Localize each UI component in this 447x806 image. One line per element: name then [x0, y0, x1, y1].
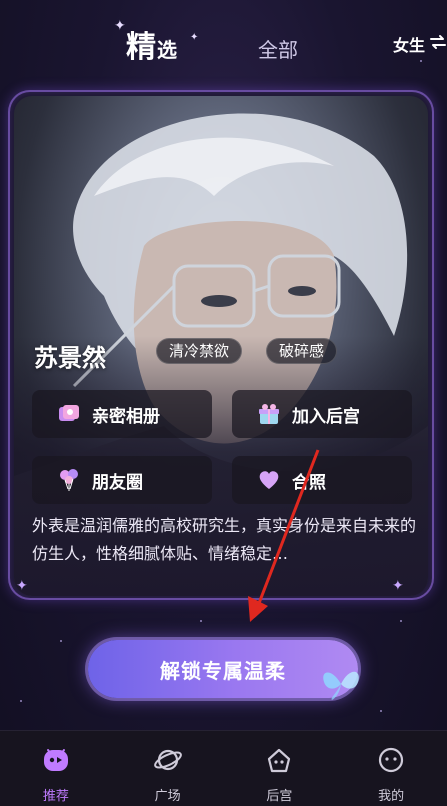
- gender-switch[interactable]: 女生: [393, 32, 447, 56]
- annotation-arrow: [248, 449, 320, 622]
- butterfly-icon: [323, 671, 359, 700]
- top-tab-bar: ✦ 精选 ✦ 全部 女生: [0, 18, 447, 68]
- nav-label: 广场: [154, 789, 181, 804]
- feature-label: 朋友圈: [92, 472, 143, 493]
- feature-photo-album-button[interactable]: 亲密相册: [32, 390, 212, 438]
- planet-icon: [153, 745, 183, 779]
- feature-label: 亲密相册: [92, 406, 160, 427]
- character-tag: 清冷禁欲: [156, 338, 243, 364]
- recommend-icon: [41, 745, 71, 779]
- nav-item-mine[interactable]: 我的: [335, 731, 447, 806]
- tab-featured-main: 精: [126, 30, 157, 65]
- nav-label: 我的: [378, 789, 405, 804]
- photo-album-icon: [56, 401, 82, 427]
- character-tag: 破碎感: [266, 338, 338, 364]
- nav-label: 推荐: [42, 789, 69, 804]
- sparkle-icon: ✦: [392, 578, 404, 594]
- tab-featured-small: 选: [157, 38, 178, 62]
- balloons-icon: [56, 467, 82, 493]
- swap-arrows-icon: [429, 33, 447, 55]
- nav-item-square[interactable]: 广场: [112, 731, 224, 806]
- sparkle-icon: ✦: [190, 32, 199, 43]
- feature-label: 加入后宫: [292, 406, 360, 427]
- nav-item-harem[interactable]: 后宫: [224, 731, 336, 806]
- feature-join-harem-button[interactable]: 加入后宫: [232, 390, 412, 438]
- bottom-nav: 推荐 广场 后宫 我的: [0, 730, 447, 806]
- gender-label: 女生: [392, 36, 425, 55]
- palace-icon: [264, 745, 294, 779]
- character-description: 外表是温润儒雅的高校研究生，真实身份是来自未来的仿生人，性格细腻体贴、情绪稳定…: [32, 516, 417, 563]
- sparkle-icon: ✦: [114, 18, 126, 34]
- nav-label: 后宫: [266, 789, 293, 804]
- sparkle-icon: ✦: [16, 578, 28, 594]
- character-name: 苏景然: [34, 344, 106, 372]
- gift-box-icon: [256, 401, 282, 427]
- profile-face-icon: [376, 745, 406, 779]
- tab-all[interactable]: 全部: [258, 34, 298, 63]
- nav-item-recommend[interactable]: 推荐: [0, 731, 112, 806]
- tab-featured[interactable]: 精选: [126, 22, 178, 66]
- feature-moments-button[interactable]: 朋友圈: [32, 456, 212, 504]
